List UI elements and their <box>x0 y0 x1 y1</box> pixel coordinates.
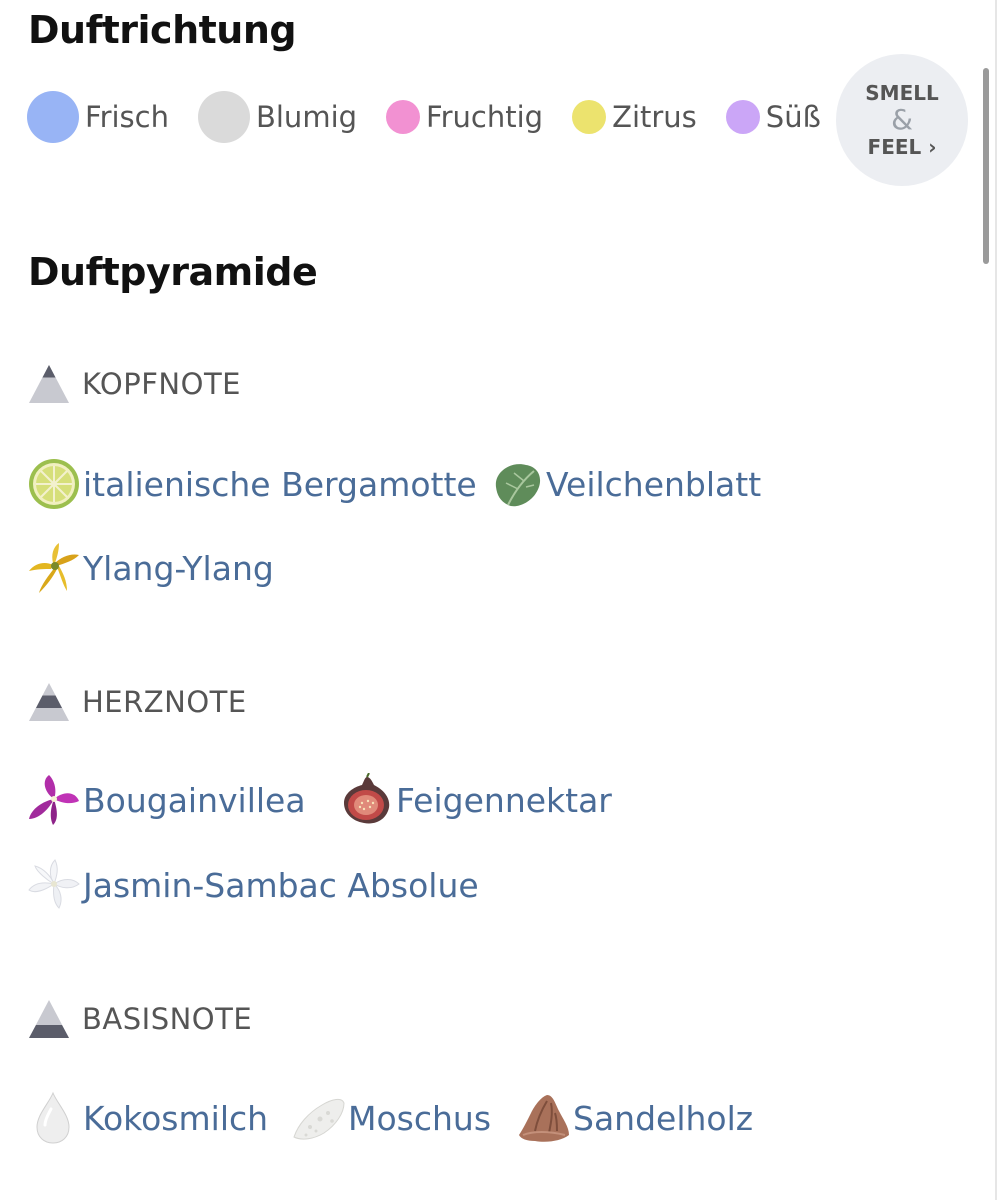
chip-label: Frisch <box>85 100 169 134</box>
duftrichtung-title: Duftrichtung <box>28 8 297 52</box>
pyramid-middle-icon <box>29 683 69 721</box>
ingredient-sandelholz[interactable]: Sandelholz <box>517 1091 753 1145</box>
ingredient-label: Kokosmilch <box>83 1098 269 1138</box>
milk-drop-icon <box>36 1091 70 1144</box>
ingredient-label: Moschus <box>348 1098 492 1138</box>
chip-blumig[interactable]: Blumig <box>197 91 358 143</box>
chip-label: Süß <box>765 100 821 134</box>
ingredient-label: Bougainvillea <box>83 780 306 820</box>
chip-zitrus[interactable]: Zitrus <box>572 100 697 134</box>
smell-feel-line1: SMELL <box>865 81 939 105</box>
bergamot-slice-icon <box>29 459 79 509</box>
ingredient-label: italienische Bergamotte <box>83 464 477 504</box>
ingredient-ylang-ylang[interactable]: Ylang-Ylang <box>27 541 274 595</box>
frisch-dot-icon <box>27 91 79 143</box>
kopfnote-header: KOPFNOTE <box>28 364 241 404</box>
ingredient-label: Sandelholz <box>573 1098 754 1138</box>
chip-frisch[interactable]: Frisch <box>27 91 169 143</box>
fig-icon <box>344 773 390 824</box>
ingredient-veilchenblatt[interactable]: Veilchenblatt <box>490 457 761 511</box>
herznote-label: HERZNOTE <box>82 685 247 719</box>
ingredient-bergamotte[interactable]: italienische Bergamotte <box>27 457 477 511</box>
scent-direction-chips: Frisch Blumig Fruchtig Zitrus Süß <box>27 90 850 144</box>
pyramid-top-icon <box>29 365 69 403</box>
ingredient-bougainvillea[interactable]: Bougainvillea <box>27 773 306 827</box>
smell-feel-button[interactable]: SMELL & FEEL › <box>836 54 968 186</box>
scrollbar[interactable] <box>983 68 989 264</box>
smell-feel-line2: FEEL › <box>867 135 937 159</box>
pyramid-base-icon <box>29 1000 69 1038</box>
herznote-header: HERZNOTE <box>28 682 247 722</box>
suess-dot-icon <box>725 100 760 134</box>
bougainvillea-flower-icon <box>29 775 79 825</box>
chip-suess[interactable]: Süß <box>725 100 821 134</box>
ingredient-jasmin-sambac[interactable]: Jasmin-Sambac Absolue <box>27 858 479 912</box>
ylang-flower-icon <box>29 543 79 593</box>
chip-label: Fruchtig <box>426 100 544 134</box>
sandalwood-icon <box>519 1095 569 1142</box>
ingredient-kokosmilch[interactable]: Kokosmilch <box>27 1091 268 1145</box>
ingredient-moschus[interactable]: Moschus <box>292 1091 491 1145</box>
zitrus-dot-icon <box>572 100 607 134</box>
smell-feel-ampersand: & <box>891 103 913 136</box>
duftpyramide-title: Duftpyramide <box>28 250 318 294</box>
basisnote-label: BASISNOTE <box>82 1002 253 1036</box>
ingredient-label: Jasmin-Sambac Absolue <box>83 865 479 905</box>
fruchtig-dot-icon <box>386 100 421 134</box>
ingredient-feigennektar[interactable]: Feigennektar <box>340 773 612 827</box>
ingredient-label: Feigennektar <box>396 780 612 820</box>
blumig-dot-icon <box>197 91 250 143</box>
ingredient-label: Ylang-Ylang <box>83 548 274 588</box>
chip-fruchtig[interactable]: Fruchtig <box>386 100 543 134</box>
jasmine-flower-icon <box>28 859 80 909</box>
kopfnote-label: KOPFNOTE <box>82 367 241 401</box>
ingredient-label: Veilchenblatt <box>546 464 762 504</box>
violet-leaf-icon <box>495 464 541 507</box>
chip-label: Blumig <box>255 100 358 134</box>
musk-powder-icon <box>293 1098 345 1140</box>
basisnote-header: BASISNOTE <box>28 999 252 1039</box>
chip-label: Zitrus <box>612 100 697 134</box>
